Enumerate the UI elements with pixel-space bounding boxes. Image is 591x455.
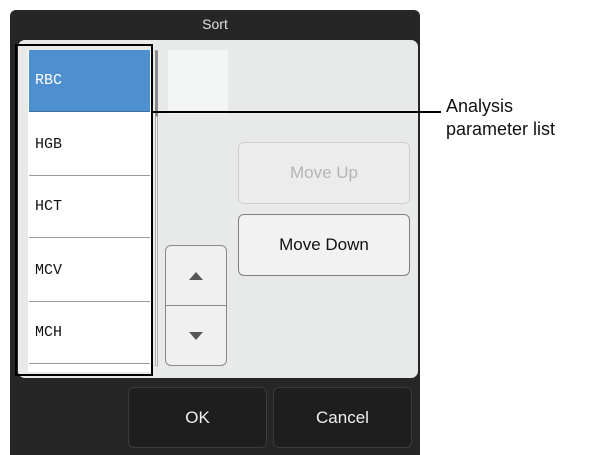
callout-label-line2: parameter list: [446, 119, 556, 139]
list-scrollbar-track[interactable]: [155, 116, 158, 366]
list-item-label: HCT: [35, 198, 63, 215]
callout-label-line1: Analysis: [446, 96, 514, 116]
callout-label: Analysis parameter list: [446, 95, 555, 141]
list-item-label: MCH: [35, 324, 63, 341]
move-up-button[interactable]: Move Up: [238, 142, 410, 204]
list-item[interactable]: RBC: [29, 50, 150, 112]
sort-dialog: Sort RBC HGB HCT MCV MCH Move Up Move Do…: [10, 10, 420, 455]
cancel-button[interactable]: Cancel: [273, 387, 412, 448]
sort-panel: RBC HGB HCT MCV MCH Move Up Move Down: [18, 40, 418, 378]
move-down-button[interactable]: Move Down: [238, 214, 410, 276]
list-item-label: HGB: [35, 136, 63, 153]
list-scrollbar-thumb[interactable]: [155, 50, 158, 118]
dialog-title: Sort: [202, 16, 228, 32]
triangle-up-icon: [189, 271, 203, 280]
scroll-down-button[interactable]: [166, 306, 226, 365]
callout-leader-line: [153, 111, 441, 113]
scroll-up-button[interactable]: [166, 246, 226, 306]
list-item-label: MCV: [35, 262, 63, 279]
list-item[interactable]: MCV: [29, 240, 150, 302]
scroll-button-group: [165, 245, 227, 366]
list-item[interactable]: HCT: [29, 176, 150, 238]
list-column-background: [168, 50, 228, 114]
ok-button[interactable]: OK: [128, 387, 267, 448]
triangle-down-icon: [189, 332, 203, 340]
list-item[interactable]: MCH: [29, 302, 150, 364]
parameter-list: RBC HGB HCT MCV MCH: [28, 50, 152, 372]
list-item-label: RBC: [35, 72, 63, 89]
list-item[interactable]: HGB: [29, 114, 150, 176]
